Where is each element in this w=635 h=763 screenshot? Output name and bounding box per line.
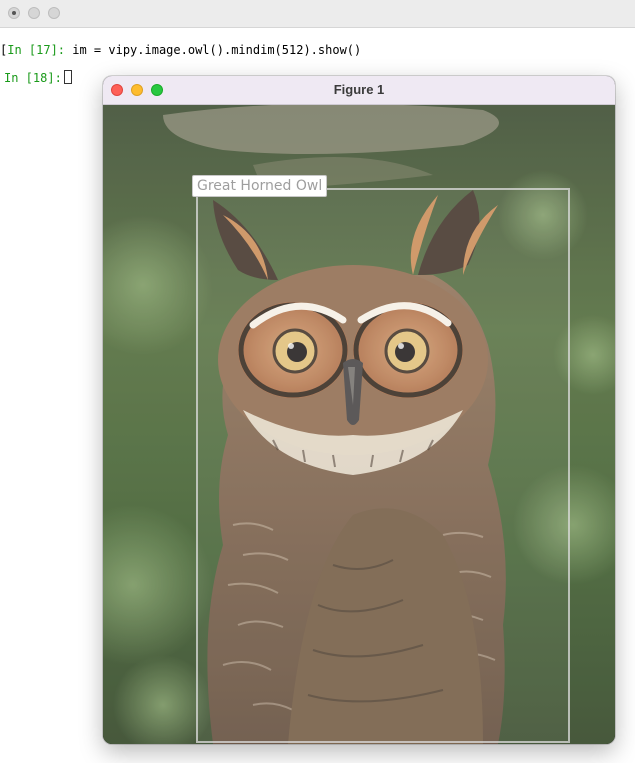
code-cell-18[interactable]: In [18]: [4, 70, 72, 86]
figure-canvas: Great Horned Owl [103, 105, 615, 744]
text-cursor [63, 70, 72, 84]
code-cell-17: [In [17]: im = vipy.image.owl().mindim(5… [0, 43, 362, 57]
cell-prompt: In [17]: [7, 43, 66, 57]
object-bounding-box [196, 188, 570, 743]
figure-minimize-button[interactable] [131, 84, 143, 96]
cell-code: im = vipy.image.owl().mindim(512).show() [65, 43, 362, 57]
figure-titlebar[interactable]: Figure 1 [103, 76, 615, 105]
cell-prompt: In [18]: [4, 71, 62, 85]
terminal-minimize-button[interactable] [28, 7, 40, 19]
figure-zoom-button[interactable] [151, 84, 163, 96]
terminal-titlebar [0, 0, 635, 28]
terminal-close-button[interactable] [8, 7, 20, 19]
bounding-box-label: Great Horned Owl [192, 175, 328, 197]
figure-close-button[interactable] [111, 84, 123, 96]
figure-title: Figure 1 [333, 82, 385, 97]
figure-window: Figure 1 Great Horned Owl [103, 76, 615, 744]
terminal-zoom-button[interactable] [48, 7, 60, 19]
